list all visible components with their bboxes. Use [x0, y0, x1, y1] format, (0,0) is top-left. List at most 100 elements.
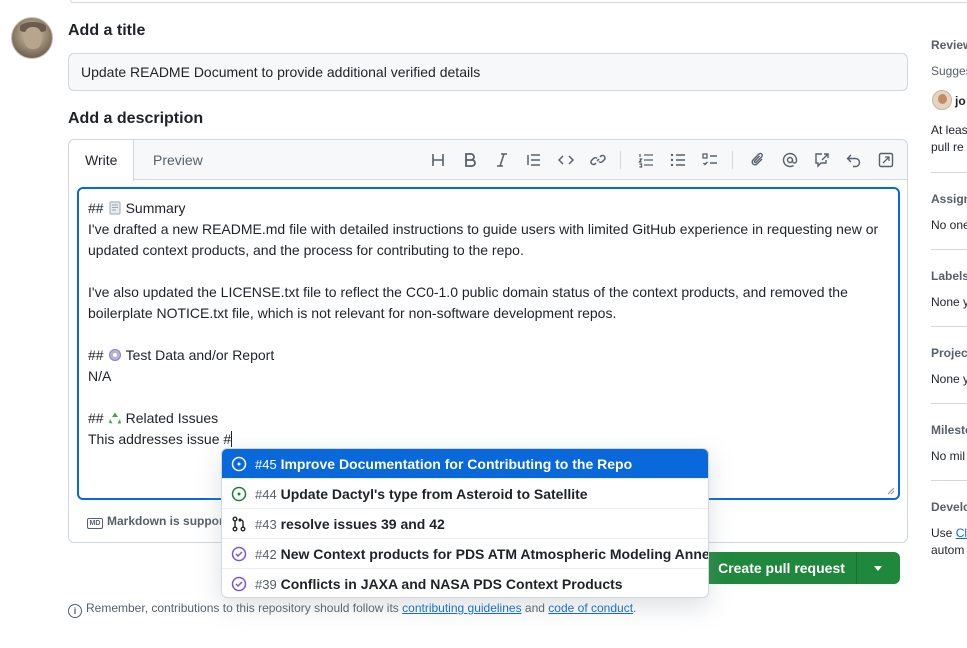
- closing-keywords-link[interactable]: Clo: [956, 526, 967, 540]
- code-icon[interactable]: [557, 151, 575, 169]
- issue-suggestion-menu: #45 Improve Documentation for Contributi…: [221, 448, 709, 598]
- reminder-suffix: .: [633, 601, 637, 615]
- development-value-2: autom: [931, 543, 965, 557]
- markdown-icon: MD: [87, 518, 103, 529]
- suggestion-title: Improve Documentation for Contributing t…: [280, 456, 633, 472]
- issue-open-icon: [231, 456, 247, 472]
- related-heading: Related Issues: [125, 410, 219, 426]
- markdown-hint[interactable]: MD Markdown is support: [87, 514, 228, 529]
- chevron-down-icon[interactable]: [856, 552, 900, 584]
- suggestion-item[interactable]: #45 Improve Documentation for Contributi…: [222, 449, 708, 479]
- projects-value: None y: [931, 372, 967, 386]
- toolbar-separator: [732, 151, 733, 169]
- italic-icon[interactable]: [493, 151, 511, 169]
- summary-heading: Summary: [125, 200, 186, 216]
- bold-icon[interactable]: [461, 151, 479, 169]
- description-heading: Add a description: [68, 110, 204, 127]
- text-caret: [231, 431, 233, 447]
- reviewer-suggestions-label: Sugges: [931, 64, 967, 78]
- license-text: I've also updated the LICENSE.txt file t…: [88, 284, 848, 321]
- create-pull-request-label: Create pull request: [718, 560, 845, 576]
- suggestion-item[interactable]: #42 New Context products for PDS ATM Atm…: [222, 539, 708, 569]
- reviewer-name[interactable]: jo: [955, 93, 966, 109]
- issue-closed-icon: [231, 576, 247, 592]
- related-text-line: This addresses issue #: [88, 429, 889, 450]
- reviewer-note-2: pull re: [931, 140, 964, 154]
- sidebar-divider: [931, 326, 967, 327]
- suggestion-title: Conflicts in JAXA and NASA PDS Context P…: [280, 576, 623, 592]
- related-prefix: ##: [88, 410, 104, 426]
- sidebar-divider: [931, 403, 967, 404]
- info-icon: i: [68, 604, 82, 618]
- suggestion-title: resolve issues 39 and 42: [280, 516, 445, 532]
- reminder-and: and: [524, 601, 545, 615]
- assignees-value: No one: [931, 218, 967, 232]
- code-of-conduct-link[interactable]: code of conduct: [548, 601, 633, 615]
- issue-open-icon: [231, 486, 247, 502]
- recycle-emoji-icon: [108, 412, 121, 424]
- development-title: Develo: [931, 500, 967, 514]
- toolbar-separator: [620, 151, 621, 169]
- test-prefix: ##: [88, 347, 104, 363]
- task-list-icon[interactable]: [701, 151, 719, 169]
- suggestion-title: New Context products for PDS ATM Atmosph…: [280, 546, 709, 562]
- gear-emoji-icon: [108, 349, 121, 361]
- contribution-reminder: i Remember, contributions to this reposit…: [68, 601, 636, 618]
- development-value: Use Clo: [931, 525, 967, 541]
- reviewer-avatar: [932, 90, 952, 110]
- assignees-title[interactable]: Assign: [931, 192, 967, 206]
- quote-icon[interactable]: [525, 151, 543, 169]
- numbered-list-icon[interactable]: [637, 151, 655, 169]
- suggestion-item[interactable]: #44 Update Dactyl's type from Asteroid t…: [222, 479, 708, 509]
- sidebar-divider: [931, 249, 967, 250]
- projects-title[interactable]: Project: [931, 346, 967, 360]
- link-icon[interactable]: [589, 151, 607, 169]
- undo-icon[interactable]: [845, 151, 863, 169]
- suggestion-number: #44: [255, 487, 277, 502]
- reference-icon[interactable]: [813, 151, 831, 169]
- milestone-value: No mil: [931, 449, 966, 463]
- resize-grip-icon[interactable]: [887, 487, 895, 495]
- suggestion-number: #43: [255, 517, 277, 532]
- suggestion-number: #39: [255, 577, 277, 592]
- sidebar-divider: [931, 172, 967, 173]
- test-heading: Test Data and/or Report: [125, 347, 275, 363]
- contributing-guidelines-link[interactable]: contributing guidelines: [402, 601, 521, 615]
- labels-title[interactable]: Labels: [931, 269, 967, 283]
- test-heading-line: ## Test Data and/or Report: [88, 345, 889, 366]
- create-pull-request-button[interactable]: Create pull request: [699, 552, 900, 584]
- suggestion-title: Update Dactyl's type from Asteroid to Sa…: [280, 486, 588, 502]
- milestone-title[interactable]: Milesto: [931, 423, 967, 437]
- reminder-prefix: Remember, contributions to this reposito…: [86, 601, 399, 615]
- tab-preview[interactable]: Preview: [137, 140, 219, 180]
- attach-icon[interactable]: [749, 151, 767, 169]
- avatar-face: [24, 27, 42, 49]
- document-emoji-icon: [109, 201, 121, 215]
- editor-header: Write Preview: [69, 140, 907, 181]
- development-prefix: Use: [931, 526, 953, 540]
- summary-text: I've drafted a new README.md file with d…: [88, 221, 879, 258]
- mention-icon[interactable]: [781, 151, 799, 169]
- suggestion-number: #45: [255, 457, 277, 472]
- reviewer-note-1: At leas: [931, 123, 967, 137]
- heading-icon[interactable]: [429, 151, 447, 169]
- title-heading: Add a title: [68, 22, 146, 39]
- suggestion-number: #42: [255, 547, 277, 562]
- sidebar-divider: [931, 480, 967, 481]
- issue-closed-icon: [231, 546, 247, 562]
- title-input[interactable]: Update README Document to provide additi…: [68, 53, 908, 91]
- suggestion-item[interactable]: #39 Conflicts in JAXA and NASA PDS Conte…: [222, 569, 708, 597]
- tab-write[interactable]: Write: [69, 140, 135, 181]
- suggestion-item[interactable]: #43 resolve issues 39 and 42: [222, 509, 708, 539]
- reviewers-title[interactable]: Review: [931, 38, 967, 52]
- markdown-hint-text: Markdown is support: [107, 514, 228, 528]
- unordered-list-icon[interactable]: [669, 151, 687, 169]
- user-avatar[interactable]: [11, 17, 53, 59]
- labels-value: None y: [931, 295, 967, 309]
- fullscreen-icon[interactable]: [877, 151, 895, 169]
- summary-prefix: ##: [88, 200, 104, 216]
- test-text: N/A: [88, 368, 112, 384]
